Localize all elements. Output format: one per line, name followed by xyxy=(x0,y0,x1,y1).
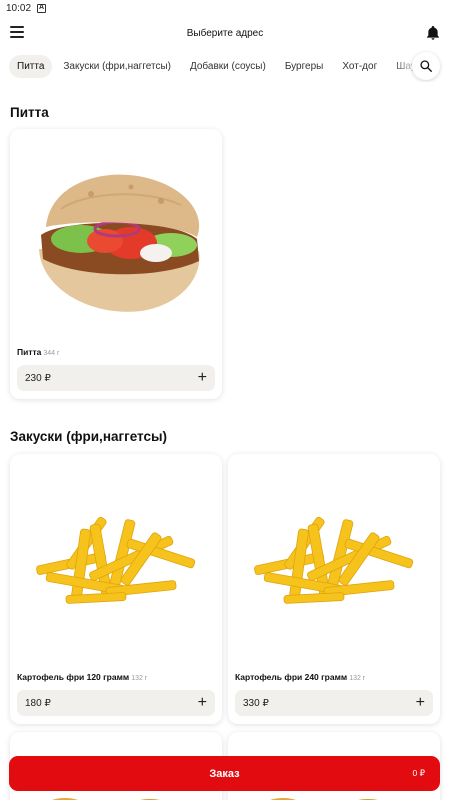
product-title: Картофель фри 120 грамм xyxy=(17,672,130,682)
product-weight: 132 г xyxy=(131,675,148,682)
order-total: 0 ₽ xyxy=(412,768,426,778)
product-card-pitta[interactable]: Питта 344 г 230 ₽ + xyxy=(10,129,222,399)
product-name: Картофель фри 240 грамм 132 г xyxy=(228,664,440,686)
hamburger-icon[interactable] xyxy=(10,26,24,38)
product-price: 230 ₽ xyxy=(25,372,51,384)
add-to-cart-button[interactable]: 330 ₽ + xyxy=(235,690,433,716)
tab-burgers[interactable]: Бургеры xyxy=(277,55,332,78)
app-header: Выберите адрес xyxy=(0,16,450,50)
order-label: Заказ xyxy=(209,767,240,780)
order-button[interactable]: Заказ 0 ₽ xyxy=(9,756,440,791)
plus-icon: + xyxy=(197,369,207,386)
address-selector[interactable]: Выберите адрес xyxy=(187,28,264,39)
bell-icon[interactable] xyxy=(425,24,441,42)
product-image-fries xyxy=(10,454,222,664)
product-image-pitta xyxy=(10,129,222,339)
tab-hotdog[interactable]: Хот-дог xyxy=(334,55,385,78)
product-weight: 344 г xyxy=(43,350,60,357)
product-card-fries-120[interactable]: Картофель фри 120 грамм 132 г 180 ₽ + xyxy=(10,454,222,724)
product-price: 330 ₽ xyxy=(243,697,269,709)
product-title: Картофель фри 240 грамм xyxy=(235,672,348,682)
notification-icon: A xyxy=(37,3,47,13)
category-tabs: Питта Закуски (фри,наггетсы) Добавки (со… xyxy=(0,50,450,82)
search-icon xyxy=(420,60,432,72)
product-price: 180 ₽ xyxy=(25,697,51,709)
add-to-cart-button[interactable]: 230 ₽ + xyxy=(17,365,215,391)
tab-snacks[interactable]: Закуски (фри,наггетсы) xyxy=(55,55,179,78)
plus-icon: + xyxy=(197,694,207,711)
status-bar: 10:02 A xyxy=(0,0,450,16)
add-to-cart-button[interactable]: 180 ₽ + xyxy=(17,690,215,716)
tab-sauces[interactable]: Добавки (соусы) xyxy=(182,55,274,78)
tab-pitta[interactable]: Питта xyxy=(9,54,53,78)
plus-icon: + xyxy=(415,694,425,711)
product-weight: 132 г xyxy=(349,675,366,682)
product-image-fries xyxy=(228,454,440,664)
product-name: Картофель фри 120 грамм 132 г xyxy=(10,664,222,686)
product-title: Питта xyxy=(17,347,42,357)
section-title-pitta: Питта xyxy=(10,105,49,120)
product-name: Питта 344 г xyxy=(10,339,222,361)
section-title-snacks: Закуски (фри,наггетсы) xyxy=(10,429,168,444)
product-card-fries-240[interactable]: Картофель фри 240 грамм 132 г 330 ₽ + xyxy=(228,454,440,724)
search-button[interactable] xyxy=(412,52,440,80)
status-time: 10:02 xyxy=(6,2,32,14)
